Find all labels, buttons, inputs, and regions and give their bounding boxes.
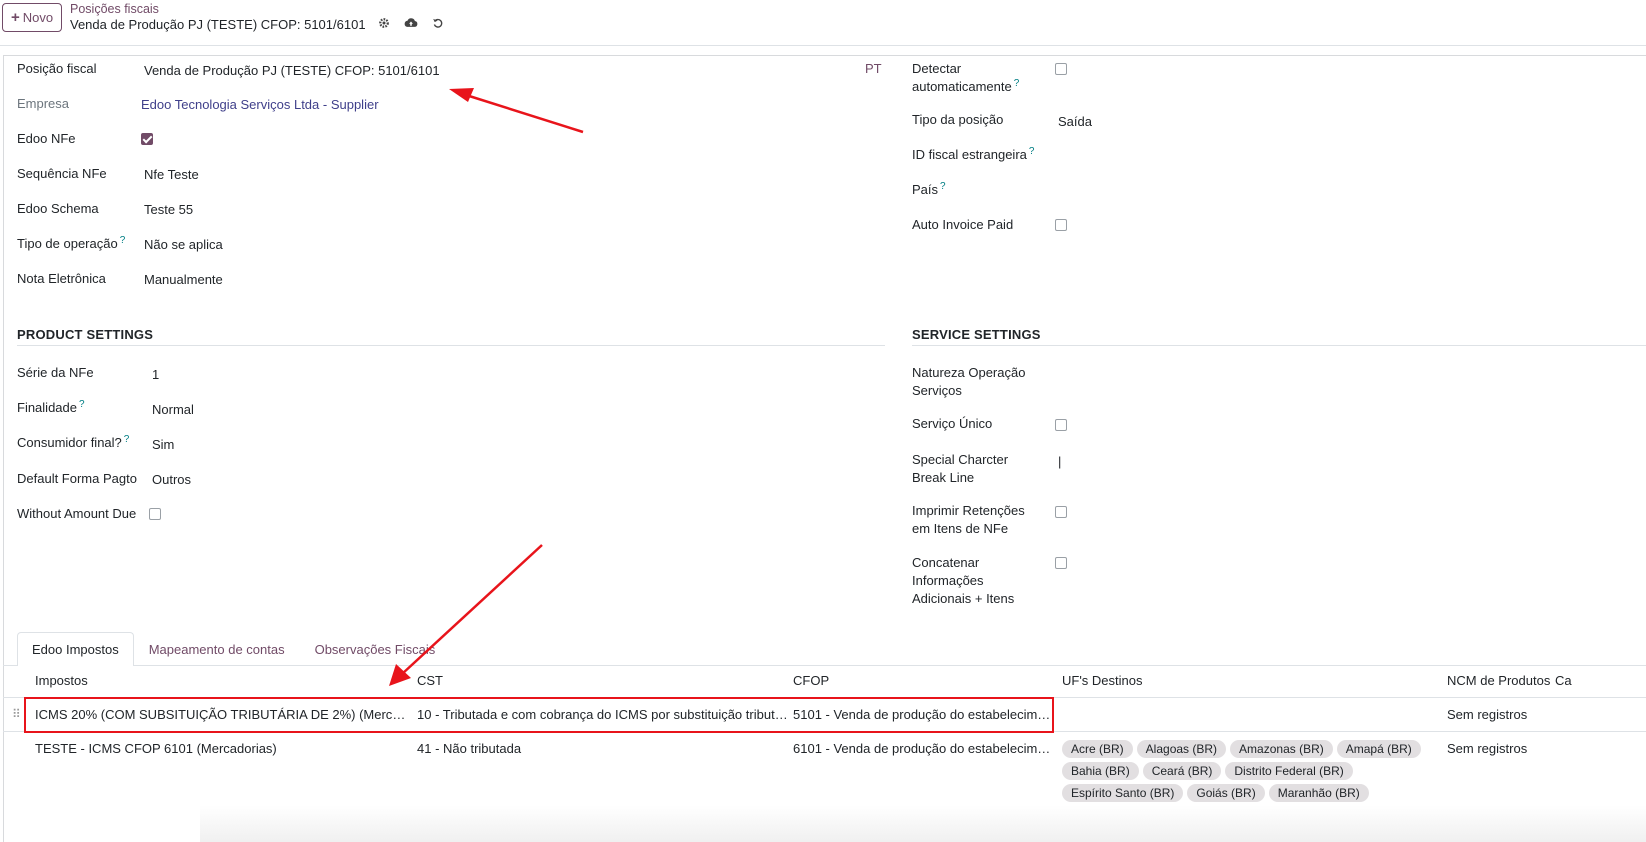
annotation-arrow bbox=[449, 88, 584, 134]
annotation-arrow bbox=[389, 544, 543, 686]
annotation-arrows bbox=[389, 88, 584, 686]
bottom-shadow bbox=[200, 805, 1646, 842]
